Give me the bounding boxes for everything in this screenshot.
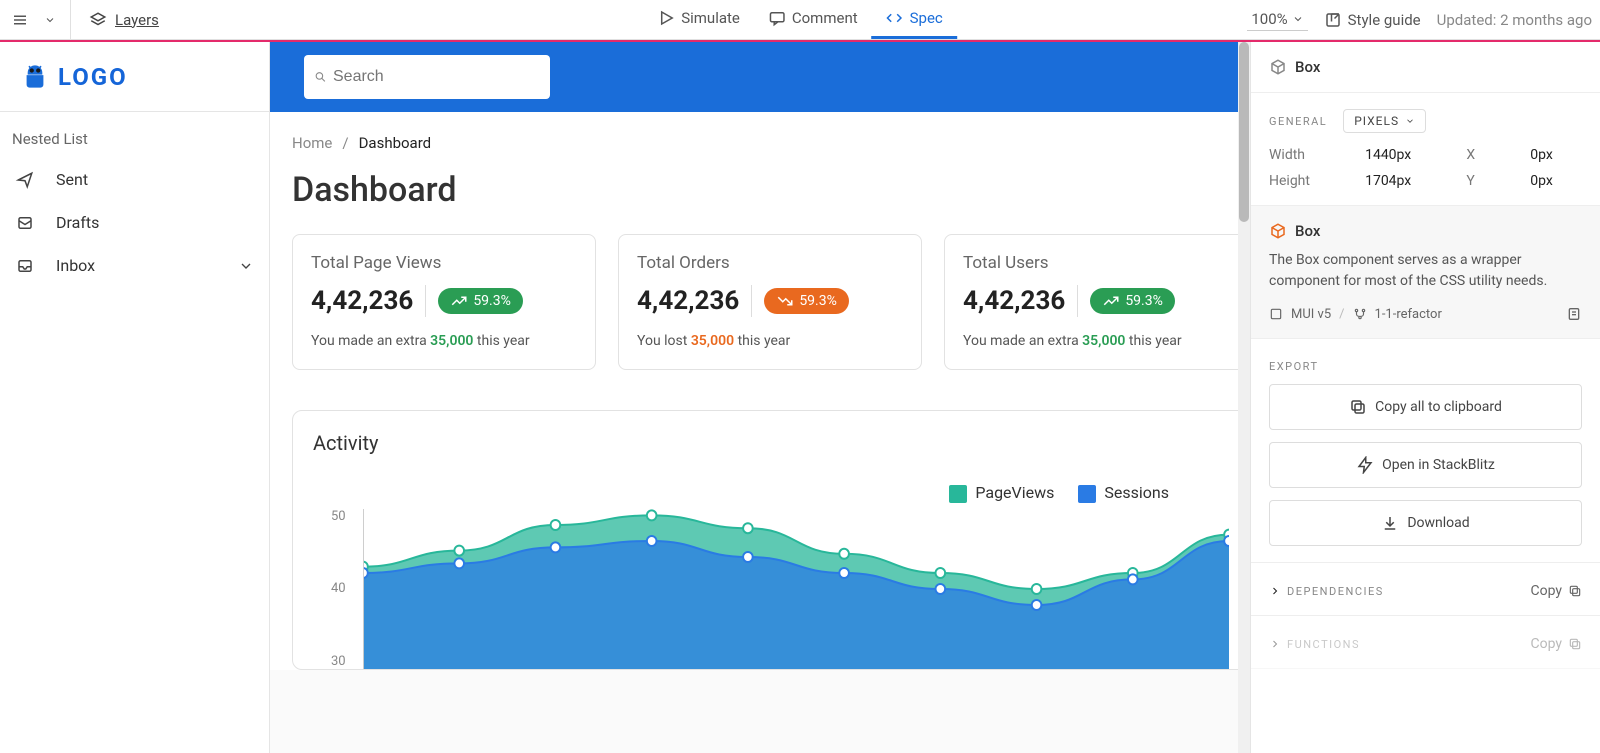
style-guide-link[interactable]: Style guide	[1324, 11, 1421, 29]
zoom-select[interactable]: 100%	[1247, 8, 1307, 31]
legend-swatch-b	[1078, 485, 1096, 503]
canvas-scrollbar[interactable]	[1238, 42, 1250, 753]
copy-icon	[1568, 584, 1582, 598]
selection-name: Box	[1295, 58, 1320, 76]
trend-up-icon	[1102, 292, 1120, 310]
stat-card-page-views: Total Page Views 4,42,236 59.3% You made…	[292, 234, 596, 370]
legend-swatch-a	[949, 485, 967, 503]
branch-icon	[1353, 307, 1367, 321]
scrollbar-thumb[interactable]	[1239, 42, 1249, 222]
tab-comment[interactable]: Comment	[754, 0, 872, 39]
page-title: Dashboard	[292, 170, 1250, 210]
download-icon	[1381, 514, 1399, 532]
component-name: Box	[1295, 222, 1320, 240]
trend-pill: 59.3%	[438, 288, 523, 314]
stat-card-users: Total Users 4,42,236 59.3% You made an e…	[944, 234, 1248, 370]
crumb-home[interactable]: Home	[292, 134, 332, 152]
nav-section-header: Nested List	[0, 112, 269, 158]
sidebar-item-sent[interactable]: Sent	[0, 158, 269, 201]
trend-pill: 59.3%	[764, 288, 849, 314]
chevron-down-icon	[235, 258, 257, 274]
chart-y-axis: 50 40 30	[331, 509, 346, 669]
component-description: The Box component serves as a wrapper co…	[1269, 250, 1582, 292]
copy-icon	[1349, 398, 1367, 416]
copy-dependencies-button[interactable]: Copy	[1530, 583, 1582, 599]
sidebar-item-inbox[interactable]: Inbox	[0, 244, 269, 287]
search-field[interactable]	[333, 68, 540, 86]
trend-pill: 59.3%	[1090, 288, 1175, 314]
chevron-right-icon[interactable]	[1269, 638, 1281, 650]
send-icon	[14, 171, 36, 189]
copy-all-button[interactable]: Copy all to clipboard	[1269, 384, 1582, 430]
chevron-right-icon[interactable]	[1269, 585, 1281, 597]
docs-icon[interactable]	[1566, 306, 1582, 322]
activity-panel: Activity PageViews Sessions 50 40 30	[292, 410, 1250, 670]
layers-button[interactable]: Layers	[89, 11, 159, 29]
sidebar-item-label: Drafts	[56, 213, 99, 232]
updated-label: Updated: 2 months ago	[1437, 11, 1592, 29]
copy-functions-button[interactable]: Copy	[1530, 636, 1582, 652]
trend-up-icon	[450, 292, 468, 310]
draft-icon	[14, 214, 36, 232]
box-icon	[1269, 222, 1287, 240]
sidebar-item-label: Inbox	[56, 256, 95, 275]
copy-icon	[1568, 637, 1582, 651]
search-input[interactable]	[304, 55, 550, 99]
sidebar-item-drafts[interactable]: Drafts	[0, 201, 269, 244]
logo-text: LOGO	[58, 63, 128, 91]
activity-chart	[363, 509, 1229, 669]
trend-down-icon	[776, 292, 794, 310]
logo-icon	[22, 64, 48, 90]
breadcrumb: Home / Dashboard	[292, 134, 1250, 152]
crumb-current: Dashboard	[359, 134, 432, 152]
unit-select[interactable]: PIXELS	[1343, 109, 1426, 133]
chevron-down-icon[interactable]	[38, 8, 62, 32]
chart-legend: PageViews Sessions	[313, 483, 1229, 503]
box-icon	[1269, 58, 1287, 76]
tab-spec[interactable]: Spec	[872, 0, 957, 39]
open-stackblitz-button[interactable]: Open in StackBlitz	[1269, 442, 1582, 488]
tab-simulate[interactable]: Simulate	[643, 0, 754, 39]
layers-label: Layers	[115, 11, 159, 29]
bolt-icon	[1356, 456, 1374, 474]
download-button[interactable]: Download	[1269, 500, 1582, 546]
stat-card-orders: Total Orders 4,42,236 59.3% You lost 35,…	[618, 234, 922, 370]
hamburger-icon[interactable]	[8, 8, 32, 32]
canvas-app-header	[270, 42, 1250, 112]
search-icon	[314, 68, 327, 86]
sidebar-item-label: Sent	[56, 170, 88, 189]
inbox-icon	[14, 257, 36, 275]
library-icon	[1269, 307, 1283, 321]
